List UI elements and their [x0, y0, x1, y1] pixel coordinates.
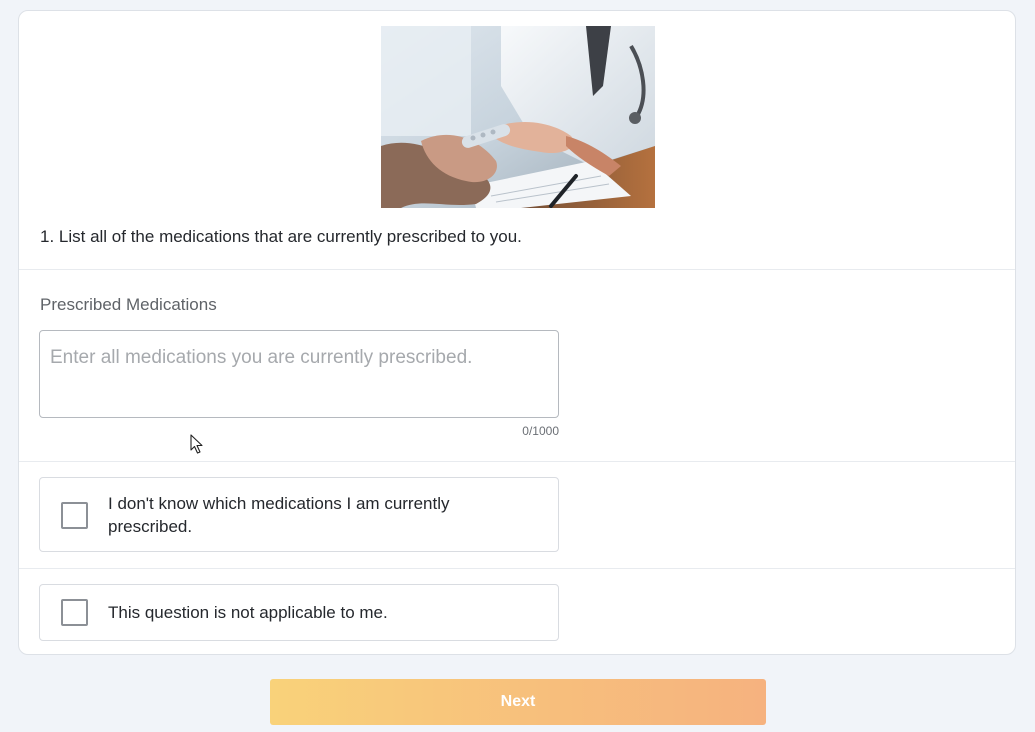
prescribed-medications-label: Prescribed Medications — [40, 295, 217, 314]
next-button[interactable]: Next — [270, 679, 766, 725]
section-divider — [19, 269, 1015, 270]
option-not-applicable[interactable]: This question is not applicable to me. — [39, 584, 559, 641]
section-divider — [19, 568, 1015, 569]
prescribed-medications-input[interactable] — [39, 330, 559, 418]
question-card: 1. List all of the medications that are … — [18, 10, 1016, 655]
option-dont-know-medications[interactable]: I don't know which medications I am curr… — [39, 477, 559, 552]
doctor-prescription-photo — [381, 26, 655, 208]
checkbox[interactable] — [61, 599, 88, 626]
question-text: 1. List all of the medications that are … — [40, 227, 522, 246]
option-label: I don't know which medications I am curr… — [108, 494, 450, 536]
checkbox[interactable] — [61, 502, 88, 529]
section-divider — [19, 461, 1015, 462]
character-counter: 0/1000 — [522, 424, 559, 438]
option-label: This question is not applicable to me. — [108, 603, 388, 622]
